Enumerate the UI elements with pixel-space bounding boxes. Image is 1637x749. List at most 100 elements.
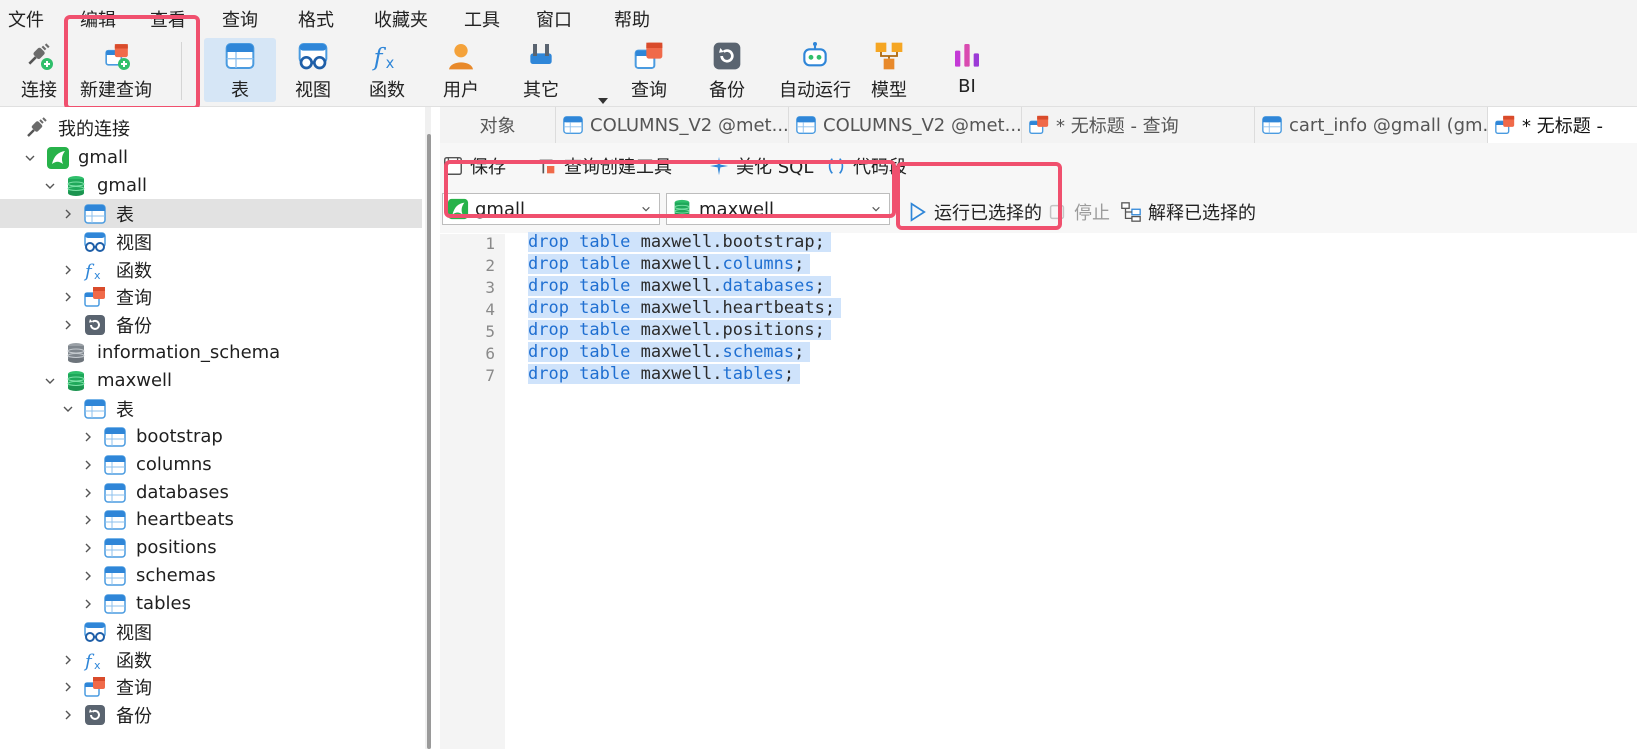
chevron-down-icon[interactable] (24, 152, 36, 164)
tab-untitled-active[interactable]: * 无标题 - (1488, 107, 1637, 143)
tab-columns-v2-1[interactable]: COLUMNS_V2 @met... (556, 107, 789, 143)
tree-maxwell-tables[interactable]: 表 (0, 394, 422, 423)
sql-table-name: heartbeats (722, 298, 825, 318)
dropdown-caret-icon[interactable] (598, 98, 608, 104)
code-snippet-button[interactable]: 代码段 (825, 153, 907, 179)
tree-gmall-views[interactable]: 视图 (0, 227, 422, 256)
tree-maxwell-backups[interactable]: 备份 (0, 700, 422, 729)
menu-favorites[interactable]: 收藏夹 (374, 6, 428, 32)
code-line[interactable]: drop table maxwell.positions; (528, 320, 831, 342)
auto-run-button[interactable]: 自动运行 (770, 38, 860, 102)
chevron-right-icon[interactable] (62, 291, 74, 303)
menu-bar: 文件 编辑 查看 查询 格式 收藏夹 工具 窗口 帮助 (0, 0, 1637, 34)
sql-table-name: columns (722, 254, 795, 274)
function-icon (371, 40, 403, 72)
table-button[interactable]: 表 (204, 38, 276, 102)
save-button[interactable]: 保存 (442, 153, 506, 179)
tree-maxwell-views[interactable]: 视图 (0, 617, 422, 646)
tree-gmall-queries[interactable]: 查询 (0, 282, 422, 311)
chevron-right-icon[interactable] (82, 570, 94, 582)
code-line[interactable]: drop table maxwell.columns; (528, 254, 811, 276)
table-icon (103, 425, 127, 449)
code-line[interactable]: drop table maxwell.heartbeats; (528, 298, 842, 320)
database-select[interactable]: maxwell (666, 193, 890, 225)
tree-db-maxwell[interactable]: maxwell (0, 366, 422, 395)
chevron-down-icon (871, 204, 881, 214)
new-query-label: 新建查询 (80, 80, 152, 101)
tree-table-item[interactable]: tables (0, 589, 422, 618)
tree-maxwell-functions[interactable]: 函数 (0, 645, 422, 674)
chevron-right-icon[interactable] (62, 319, 74, 331)
menu-query[interactable]: 查询 (222, 6, 258, 32)
other-button[interactable]: 其它 (510, 38, 586, 102)
code-line[interactable]: drop table maxwell.databases; (528, 276, 831, 298)
sidebar-scrollbar[interactable] (427, 134, 431, 749)
chevron-right-icon[interactable] (62, 654, 74, 666)
query-button[interactable]: 查询 (618, 38, 680, 102)
code-line[interactable]: drop table maxwell.bootstrap; (528, 232, 831, 254)
menu-view[interactable]: 查看 (150, 6, 186, 32)
tree-label: 表 (116, 204, 134, 226)
chevron-right-icon[interactable] (62, 208, 74, 220)
run-selected-button[interactable]: 运行已选择的 (906, 199, 1042, 225)
query-bar: gmall maxwell 运行已选择的 停止 解释已选择的 (440, 187, 1637, 233)
tree-table-item[interactable]: positions (0, 533, 422, 562)
chevron-right-icon[interactable] (82, 514, 94, 526)
new-query-button[interactable]: 新建查询 (76, 38, 156, 102)
tab-cart-info[interactable]: cart_info @gmall (gm... (1255, 107, 1488, 143)
code-line[interactable]: drop table maxwell.schemas; (528, 342, 811, 364)
chevron-right-icon[interactable] (82, 542, 94, 554)
tree-table-item[interactable]: databases (0, 478, 422, 507)
view-button[interactable]: 视图 (282, 38, 344, 102)
chevron-right-icon[interactable] (82, 431, 94, 443)
menu-edit[interactable]: 编辑 (80, 6, 116, 32)
tree-table-item[interactable]: columns (0, 450, 422, 479)
tree-connection-gmall[interactable]: gmall (0, 143, 422, 172)
chevron-right-icon[interactable] (62, 681, 74, 693)
tree-table-item[interactable]: bootstrap (0, 422, 422, 451)
tree-label: columns (136, 454, 212, 475)
menu-format[interactable]: 格式 (298, 6, 334, 32)
bi-button[interactable]: BI (936, 38, 998, 102)
stop-button[interactable]: 停止 (1046, 199, 1110, 225)
tab-columns-v2-2[interactable]: COLUMNS_V2 @met... (789, 107, 1022, 143)
model-button[interactable]: 模型 (858, 38, 920, 102)
chevron-down-icon[interactable] (44, 180, 56, 192)
tree-db-gmall[interactable]: gmall (0, 171, 422, 200)
tree-gmall-tables[interactable]: 表 (0, 199, 422, 228)
connection-select[interactable]: gmall (442, 193, 660, 225)
chevron-right-icon[interactable] (82, 598, 94, 610)
chevron-down-icon[interactable] (62, 403, 74, 415)
chevron-right-icon[interactable] (62, 264, 74, 276)
sql-editor[interactable]: 1234567 drop table maxwell.bootstrap; dro… (440, 232, 1637, 749)
menu-window[interactable]: 窗口 (536, 6, 572, 32)
backup-button[interactable]: 备份 (696, 38, 758, 102)
beautify-sql-button[interactable]: 美化 SQL (708, 153, 813, 179)
query-builder-button[interactable]: 查询创建工具 (536, 153, 672, 179)
tree-db-information-schema[interactable]: information_schema (0, 338, 422, 367)
menu-tools[interactable]: 工具 (464, 6, 500, 32)
chevron-right-icon[interactable] (62, 709, 74, 721)
new-query-icon (105, 43, 130, 70)
tab-objects[interactable]: 对象 (440, 107, 556, 143)
chevron-right-icon[interactable] (82, 487, 94, 499)
chevron-down-icon[interactable] (44, 375, 56, 387)
tree-gmall-functions[interactable]: 函数 (0, 255, 422, 284)
tree-table-item[interactable]: heartbeats (0, 505, 422, 534)
tree-maxwell-queries[interactable]: 查询 (0, 672, 422, 701)
menu-help[interactable]: 帮助 (614, 6, 650, 32)
tree-gmall-backups[interactable]: 备份 (0, 310, 422, 339)
code-line[interactable]: drop table maxwell.tables; (528, 364, 801, 386)
function-button[interactable]: 函数 (356, 38, 418, 102)
explain-selected-button[interactable]: 解释已选择的 (1120, 199, 1256, 225)
menu-file[interactable]: 文件 (8, 6, 44, 32)
tab-untitled-query[interactable]: * 无标题 - 查询 (1022, 107, 1255, 143)
tree-table-item[interactable]: schemas (0, 561, 422, 590)
connect-button[interactable]: 连接 (14, 38, 64, 102)
model-icon (875, 42, 903, 70)
user-button[interactable]: 用户 (430, 38, 492, 102)
chevron-right-icon[interactable] (82, 459, 94, 471)
tree-root-my-connections[interactable]: 我的连接 (0, 113, 422, 142)
bi-label: BI (958, 76, 976, 97)
sql-semicolon: ; (824, 298, 836, 318)
